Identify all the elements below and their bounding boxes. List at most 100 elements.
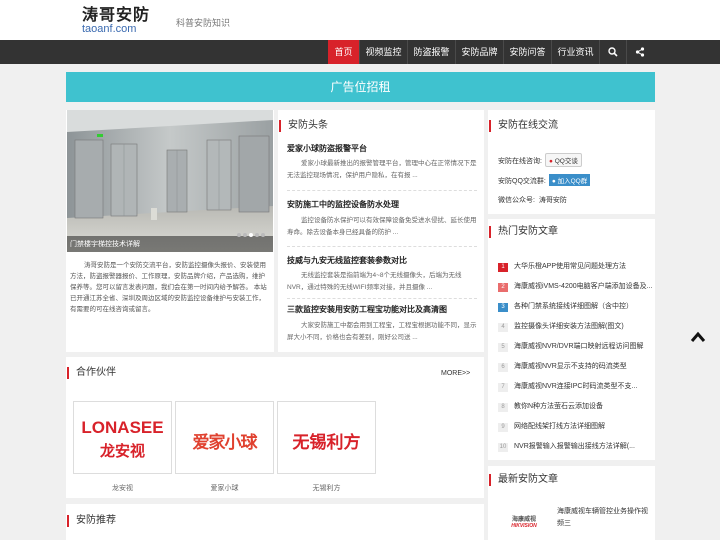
qq-group-label: 安防QQ交流群: (498, 178, 546, 185)
slider-dot[interactable] (261, 233, 265, 237)
news-item-title[interactable]: 爱家小球防盗报警平台 (287, 143, 367, 154)
qq-penguin-icon: ● (548, 158, 553, 165)
slider-dot[interactable] (255, 233, 259, 237)
rank-badge: 5 (498, 343, 508, 352)
slider-dot[interactable] (237, 233, 241, 237)
back-to-top-button[interactable] (690, 330, 706, 344)
partner-name[interactable]: 爱家小球 (175, 483, 274, 493)
hot-article-link[interactable]: NVR报警输入报警输出接线方法详解(... (514, 443, 635, 450)
image-slider[interactable]: 门禁楼宇梯控技术详解 (67, 110, 273, 252)
hot-article-link[interactable]: 网络配线架打线方法详细图解 (514, 423, 605, 430)
logo-chinese-text: 涛哥安防 (82, 5, 151, 24)
qq-group-icon: ● (551, 178, 556, 185)
rank-badge: 3 (498, 303, 508, 312)
hot-article-link[interactable]: 监控摄像头详细安装方法图解(图文) (514, 323, 624, 330)
qq-chat-button[interactable]: ● QQ交谈 (544, 153, 582, 167)
news-item-summary: 无线监控套装是指前端为4~8个无线摄像头，后端为无线NVR，通过特殊的无线WIF… (287, 272, 462, 291)
nav-item-security-brands[interactable]: 安防品牌 (456, 40, 503, 64)
slider-caption[interactable]: 门禁楼宇梯控技术详解 (70, 239, 140, 249)
latest-article-link[interactable]: 海康威视车辆管控业务操作视频三 (557, 506, 651, 530)
hot-article-item[interactable]: 3 各种门禁系统接线详细图解（含中控） (498, 301, 653, 312)
hot-article-link[interactable]: 海康威视NVR连接IPC时码流类型不支... (514, 383, 637, 390)
main-navbar: 首页 视频监控 防盗报警 安防品牌 安防问答 行业资讯 (0, 40, 720, 64)
hot-article-link[interactable]: 各种门禁系统接线详细图解（含中控） (514, 303, 633, 310)
hot-article-item[interactable]: 6 海康威视NVR显示不支持的码流类型 (498, 361, 653, 372)
rank-badge: 9 (498, 423, 508, 432)
latest-articles-title: 最新安防文章 (489, 474, 558, 486)
slider-dots (235, 224, 265, 242)
hot-article-link[interactable]: 海康威视iVMS-4200电脑客户端添加设备及... (514, 283, 652, 290)
news-item-summary: 大家安防施工中都会用到工程宝，工程宝根据功能不同，显示屏大小不同，价格也会有差别… (287, 322, 477, 341)
news-item-title[interactable]: 三款监控安装用安防工程宝功能对比及高清图 (287, 304, 447, 315)
nav-item-video-surveillance[interactable]: 视频监控 (360, 40, 407, 64)
hot-article-item[interactable]: 8 教你N种方法萤石云添加设备 (498, 401, 653, 412)
online-consult-label: 安防在线咨询: (498, 158, 542, 165)
nav-item-industry-news[interactable]: 行业资讯 (552, 40, 599, 64)
hot-article-item[interactable]: 5 海康威视NVR/DVR端口映射远程访问图解 (498, 341, 653, 352)
ad-banner[interactable]: 广告位招租 (66, 72, 655, 102)
news-divider (287, 246, 477, 247)
news-section-title: 安防头条 (279, 120, 328, 132)
nav-item-burglar-alarm[interactable]: 防盗报警 (408, 40, 455, 64)
partner-logo-lonasee[interactable]: LONASEE 龙安视 (73, 401, 172, 474)
partner-logo-subtext: 龙安视 (99, 443, 145, 460)
qq-chat-label: QQ交谈 (554, 158, 578, 165)
join-qq-group-label: 加入QQ群 (557, 178, 588, 185)
partner-logo-text: LONASEE (81, 418, 164, 437)
site-slogan: 科普安防知识 (176, 18, 231, 28)
thumbnail-logo-text: 海康威视 (511, 517, 536, 523)
contact-wechat-row: 微信公众号: 涛哥安防 (498, 195, 567, 205)
contact-section-title: 安防在线交流 (489, 120, 558, 132)
news-divider (287, 298, 477, 299)
recommend-title: 安防推荐 (67, 515, 116, 527)
slider-dot-active[interactable] (249, 233, 253, 237)
hot-article-item[interactable]: 7 海康威视NVR连接IPC时码流类型不支... (498, 381, 653, 392)
rank-badge: 10 (498, 443, 508, 452)
news-item-summary: 爱家小球最新推出的报警管理平台，管理中心在正常情况下是无法监控现场情况，保护用户… (287, 160, 477, 179)
partners-title: 合作伙伴 (67, 367, 116, 379)
share-icon[interactable] (627, 40, 653, 64)
hot-article-link[interactable]: 海康威视NVR/DVR端口映射远程访问图解 (514, 343, 644, 350)
news-divider (287, 190, 477, 191)
partner-logo-text: 无锡利方 (292, 433, 361, 452)
hot-article-item[interactable]: 2 海康威视iVMS-4200电脑客户端添加设备及... (498, 281, 653, 292)
site-header: 涛哥安防 taoanf.com 科普安防知识 (0, 0, 720, 40)
hot-article-link[interactable]: 大华乐橙APP使用常见问题处理方法 (514, 263, 626, 270)
chevron-up-icon (690, 331, 706, 342)
partners-more-link[interactable]: MORE>> (441, 370, 470, 377)
wechat-account: 涛哥安防 (538, 197, 567, 204)
search-icon[interactable] (600, 40, 626, 64)
hot-article-item[interactable]: 4 监控摄像头详细安装方法图解(图文) (498, 321, 653, 332)
news-item-title[interactable]: 技威与九安无线监控套装参数对比 (287, 255, 407, 266)
hot-article-item[interactable]: 1 大华乐橙APP使用常见问题处理方法 (498, 261, 653, 272)
wechat-label: 微信公众号: (498, 197, 535, 204)
contact-group-row: 安防QQ交流群: ● 加入QQ群 (498, 174, 591, 186)
rank-badge: 4 (498, 323, 508, 332)
site-logo[interactable]: 涛哥安防 taoanf.com (82, 6, 150, 35)
hikvision-logo-thumbnail[interactable]: 海康威视 HIKVISION (500, 508, 548, 536)
partner-name[interactable]: 无锡利方 (277, 483, 376, 493)
logo-domain-text: taoanf.com (82, 23, 137, 35)
partner-name[interactable]: 龙安视 (73, 483, 172, 493)
hot-article-item[interactable]: 10 NVR报警输入报警输出接线方法详解(... (498, 441, 653, 452)
rank-badge: 6 (498, 363, 508, 372)
rank-badge: 2 (498, 283, 508, 292)
hot-articles-title: 热门安防文章 (489, 226, 558, 238)
recommend-panel (66, 504, 484, 540)
slider-dot[interactable] (243, 233, 247, 237)
rank-badge: 7 (498, 383, 508, 392)
hot-article-item[interactable]: 9 网络配线架打线方法详细图解 (498, 421, 653, 432)
partner-logo-aijiaxiaoqiu[interactable]: 爱家小球 (175, 401, 274, 474)
join-qq-group-button[interactable]: ● 加入QQ群 (548, 174, 591, 186)
contact-online-row: 安防在线咨询: ● QQ交谈 (498, 153, 582, 167)
thumbnail-logo-brand: HIKVISION (511, 523, 537, 529)
partner-logo-text: 爱家小球 (192, 433, 258, 452)
partner-logo-wuxilifang[interactable]: 无锡利方 (277, 401, 376, 474)
hot-article-link[interactable]: 教你N种方法萤石云添加设备 (514, 403, 603, 410)
rank-badge: 1 (498, 263, 508, 272)
nav-item-security-qa[interactable]: 安防问答 (504, 40, 551, 64)
nav-item-home[interactable]: 首页 (328, 40, 359, 64)
site-intro-text: 涛哥安防是一个安防交流平台，安防监控摄像头报价、安装使用方法，防盗报警器报价、工… (70, 262, 267, 313)
hot-article-link[interactable]: 海康威视NVR显示不支持的码流类型 (514, 363, 627, 370)
news-item-title[interactable]: 安防施工中的监控设备防水处理 (287, 199, 399, 210)
